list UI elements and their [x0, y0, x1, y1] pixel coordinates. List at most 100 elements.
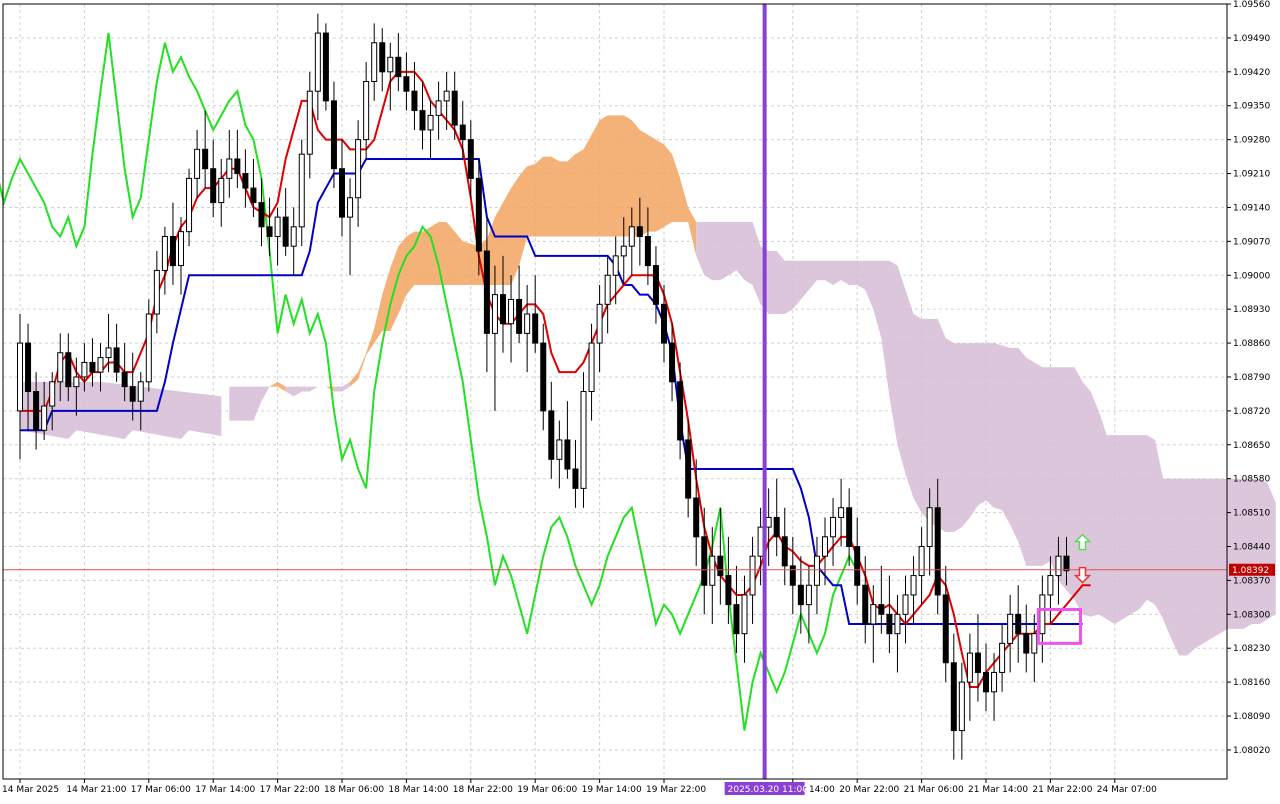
candle[interactable] — [548, 381, 555, 479]
candle-body-bull — [902, 594, 909, 615]
candle[interactable] — [757, 507, 764, 586]
ichimoku-candlestick-chart[interactable]: 1.09560 1.09490 1.09420 1.09350 1.09280 1.092… — [0, 0, 1280, 800]
candle[interactable] — [1015, 585, 1022, 663]
candle-body-bull — [1007, 613, 1014, 644]
candle[interactable] — [830, 498, 837, 566]
candle[interactable] — [652, 246, 659, 324]
candle[interactable] — [218, 159, 225, 227]
candle[interactable] — [516, 265, 523, 344]
candle[interactable] — [363, 62, 370, 159]
candle[interactable] — [974, 614, 981, 702]
candle[interactable] — [161, 226, 168, 295]
candle[interactable] — [186, 168, 193, 247]
candle[interactable] — [846, 488, 853, 566]
candle[interactable] — [1039, 575, 1046, 663]
x-tick-label: 18 Mar 22:00 — [453, 785, 513, 795]
candle[interactable] — [991, 653, 998, 721]
candle[interactable] — [822, 517, 828, 586]
candle[interactable] — [508, 275, 515, 363]
candle[interactable] — [306, 71, 313, 179]
candle[interactable] — [1007, 594, 1014, 673]
candle[interactable] — [266, 197, 273, 256]
candle[interactable] — [451, 71, 458, 140]
candle[interactable] — [435, 81, 442, 140]
candle[interactable] — [89, 338, 96, 387]
candle[interactable] — [532, 275, 539, 353]
candle-body-bear — [322, 32, 329, 102]
candle[interactable] — [242, 149, 249, 208]
candle[interactable] — [387, 42, 394, 111]
candle[interactable] — [339, 139, 345, 237]
candle[interactable] — [773, 478, 780, 557]
candle-body-bull — [274, 216, 281, 237]
candle[interactable] — [274, 207, 281, 266]
candle-body-bull — [910, 575, 917, 596]
candle[interactable] — [290, 207, 297, 276]
candle[interactable] — [202, 110, 209, 189]
candle[interactable] — [17, 314, 23, 460]
candle-body-bear — [234, 158, 241, 175]
candle[interactable] — [580, 372, 587, 508]
candle[interactable] — [741, 575, 748, 663]
candle-body-bull — [596, 303, 603, 344]
candle[interactable] — [604, 255, 611, 334]
candle-body-bull — [556, 439, 563, 460]
candle[interactable] — [540, 323, 547, 431]
candle[interactable] — [234, 129, 241, 189]
candle[interactable] — [298, 139, 305, 247]
candle[interactable] — [983, 643, 989, 712]
chart-root[interactable]: 1.09560 1.09490 1.09420 1.09350 1.09280 1.092… — [0, 0, 1280, 800]
x-tick-label: 18 Mar 14:00 — [388, 785, 448, 795]
candle[interactable] — [314, 13, 321, 121]
candle-body-bear — [661, 303, 667, 344]
candle[interactable] — [918, 527, 925, 605]
candle[interactable] — [459, 100, 466, 159]
candle[interactable] — [330, 81, 337, 189]
candle[interactable] — [886, 575, 893, 654]
candle[interactable] — [572, 439, 579, 508]
candle[interactable] — [524, 284, 531, 373]
candle[interactable] — [966, 633, 973, 721]
candle[interactable] — [781, 507, 788, 586]
candle[interactable] — [596, 284, 603, 373]
candle[interactable] — [765, 488, 772, 566]
candle[interactable] — [958, 662, 965, 760]
candle[interactable] — [813, 536, 820, 615]
candle[interactable] — [322, 23, 329, 111]
candle[interactable] — [355, 120, 362, 227]
candle[interactable] — [113, 323, 120, 382]
candle[interactable] — [347, 178, 354, 276]
candle[interactable] — [950, 633, 957, 760]
candle[interactable] — [894, 594, 901, 673]
candle[interactable] — [427, 100, 434, 159]
candle[interactable] — [491, 265, 498, 411]
x-tick-label: 19 Mar 06:00 — [517, 785, 577, 795]
candle-body-bear — [797, 584, 804, 606]
candle[interactable] — [210, 139, 217, 218]
candle[interactable] — [395, 33, 402, 92]
candle[interactable] — [564, 401, 571, 479]
candle-body-bull — [765, 516, 772, 528]
candle-body-bear — [717, 555, 724, 577]
kumo-cloud-bull — [350, 115, 697, 387]
candle[interactable] — [403, 52, 410, 111]
candle-body-bull — [580, 391, 587, 489]
candle[interactable] — [661, 284, 667, 363]
candle-body-bull — [49, 381, 56, 407]
candle[interactable] — [749, 536, 756, 624]
candle[interactable] — [902, 575, 909, 644]
candle-body-bear — [886, 613, 893, 635]
candle[interactable] — [701, 507, 708, 615]
candle[interactable] — [153, 251, 160, 334]
candle[interactable] — [612, 236, 619, 305]
candle[interactable] — [282, 188, 289, 256]
candle[interactable] — [854, 517, 861, 605]
candle[interactable] — [789, 536, 796, 615]
candle[interactable] — [371, 23, 378, 101]
y-tick-label: 1.08230 — [1233, 644, 1270, 654]
candle-body-bear — [500, 294, 506, 325]
candle[interactable] — [169, 202, 176, 285]
candle-body-bull — [371, 42, 378, 82]
candle[interactable] — [693, 459, 700, 566]
candle[interactable] — [145, 299, 152, 392]
